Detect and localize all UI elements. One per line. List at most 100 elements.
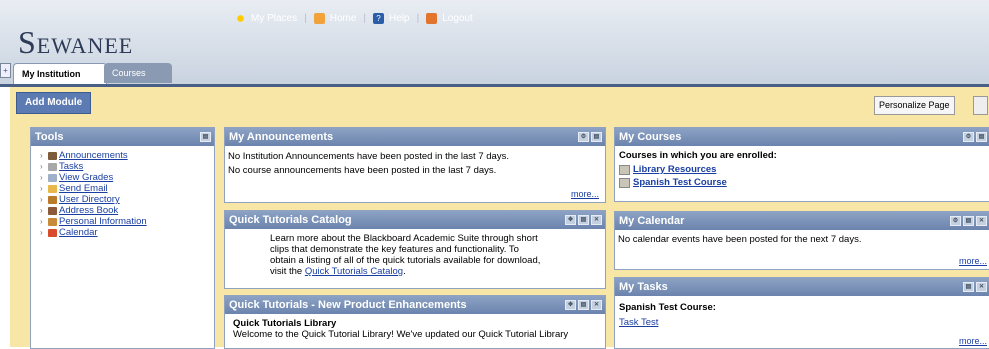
task-link[interactable]: Task Test: [619, 317, 658, 328]
enhancements-module: Quick Tutorials - New Product Enhancemen…: [224, 295, 606, 349]
more-link[interactable]: more...: [959, 336, 987, 346]
separator: |: [416, 13, 420, 24]
arrow-icon: ›: [40, 151, 43, 160]
help-link[interactable]: ? Help: [370, 13, 413, 24]
calendar-text: No calendar events have been posted for …: [618, 234, 862, 245]
library-description: Welcome to the Quick Tutorial Library! W…: [233, 329, 569, 340]
module-header: My Calendar ⚙ ▤ ✕: [615, 212, 989, 230]
settings-icon[interactable]: ⚙: [578, 132, 589, 142]
top-navigation: My Places | Home | ? Help | Logout: [232, 13, 476, 24]
arrow-icon: ›: [40, 162, 43, 171]
tab-courses[interactable]: Courses: [104, 63, 172, 83]
module-header: My Announcements ⚙ ▤: [225, 128, 605, 146]
module-header: My Courses ⚙ ▤: [615, 128, 989, 146]
announcement-icon: [48, 151, 57, 160]
module-header: Quick Tutorials Catalog ✥ ▤ ✕: [225, 211, 605, 229]
personal-info-icon: [48, 217, 57, 226]
close-icon[interactable]: ✕: [976, 282, 987, 292]
arrow-icon: ›: [40, 228, 43, 237]
tool-item-personal-information[interactable]: › Personal Information: [40, 216, 211, 227]
announcements-module: My Announcements ⚙ ▤ No Institution Announ…: [224, 127, 606, 203]
layout-icon[interactable]: [973, 96, 988, 115]
settings-icon[interactable]: ⚙: [963, 132, 974, 142]
more-link[interactable]: more...: [571, 189, 599, 199]
tool-item-view-grades[interactable]: › View Grades: [40, 172, 211, 183]
courses-heading: Courses in which you are enrolled:: [619, 150, 777, 161]
courses-module: My Courses ⚙ ▤ Courses in which you are en…: [614, 127, 989, 202]
course-icon: [619, 177, 630, 188]
separator: |: [363, 13, 367, 24]
tool-item-tasks[interactable]: › Tasks: [40, 161, 211, 172]
address-book-icon: [48, 206, 57, 215]
module-controls: ⚙ ▤ ✕: [950, 216, 987, 226]
home-link[interactable]: Home: [311, 13, 360, 24]
announcement-text: No course announcements have been posted…: [228, 165, 497, 176]
tab-my-institution[interactable]: My Institution: [13, 63, 107, 84]
edit-icon[interactable]: ▤: [976, 132, 987, 142]
module-title: Tools: [35, 131, 64, 143]
tool-item-calendar[interactable]: › Calendar: [40, 227, 211, 238]
edit-icon[interactable]: ▤: [963, 216, 974, 226]
module-header: Quick Tutorials - New Product Enhancemen…: [225, 296, 605, 314]
arrow-icon: ›: [40, 184, 43, 193]
home-icon: [313, 13, 325, 24]
arrow-icon: ›: [40, 173, 43, 182]
tasks-icon: [48, 162, 57, 171]
personalize-page-button[interactable]: Personalize Page: [874, 96, 955, 115]
tool-item-address-book[interactable]: › Address Book: [40, 205, 211, 216]
logout-link[interactable]: Logout: [423, 13, 476, 24]
module-title: My Tasks: [619, 281, 668, 293]
directory-icon: [48, 195, 57, 204]
sewanee-logo: Sewanee: [18, 24, 134, 60]
edit-icon[interactable]: ▤: [963, 282, 974, 292]
tutorials-catalog-link[interactable]: Quick Tutorials Catalog: [305, 266, 403, 277]
grades-icon: [48, 173, 57, 182]
tool-item-send-email[interactable]: › Send Email: [40, 183, 211, 194]
module-title: Quick Tutorials - New Product Enhancemen…: [229, 299, 467, 311]
more-link[interactable]: more...: [959, 256, 987, 266]
tools-module: Tools ▤ › Announcements › Tasks › View Grade…: [30, 127, 215, 349]
move-icon[interactable]: ✥: [565, 300, 576, 310]
close-icon[interactable]: ✕: [591, 300, 602, 310]
course-item-spanish-test-course[interactable]: Spanish Test Course: [619, 176, 986, 189]
tutorials-module: Quick Tutorials Catalog ✥ ▤ ✕ Learn more ab…: [224, 210, 606, 289]
header-banner: Sewanee My Places | Home | ? Help | Logou…: [0, 0, 989, 84]
module-controls: ✥ ▤ ✕: [565, 300, 602, 310]
tasks-module: My Tasks ▤ ✕ Spanish Test Course: Task Tes…: [614, 277, 989, 349]
move-icon[interactable]: ✥: [565, 215, 576, 225]
arrow-icon: ›: [40, 195, 43, 204]
close-icon[interactable]: ✕: [591, 215, 602, 225]
library-subtitle: Quick Tutorials Library: [233, 318, 337, 329]
arrow-icon: ›: [40, 206, 43, 215]
tool-item-user-directory[interactable]: › User Directory: [40, 194, 211, 205]
module-controls: ⚙ ▤: [578, 132, 602, 142]
module-controls: ▤ ✕: [963, 282, 987, 292]
separator: |: [304, 13, 307, 24]
module-controls: ▤: [200, 132, 211, 142]
module-title: My Calendar: [619, 215, 685, 227]
arrow-icon: ›: [40, 217, 43, 226]
edit-icon[interactable]: ▤: [200, 132, 211, 142]
module-toolbar: [10, 87, 989, 117]
my-places-icon: [235, 13, 246, 24]
edit-icon[interactable]: ▤: [578, 215, 589, 225]
email-icon: [48, 184, 57, 193]
module-controls: ✥ ▤ ✕: [565, 215, 602, 225]
settings-icon[interactable]: ⚙: [950, 216, 961, 226]
edit-icon[interactable]: ▤: [591, 132, 602, 142]
calendar-icon: [48, 228, 57, 237]
announcement-text: No Institution Announcements have been p…: [228, 151, 509, 162]
add-module-button[interactable]: Add Module: [16, 92, 92, 114]
close-icon[interactable]: ✕: [976, 216, 987, 226]
edit-icon[interactable]: ▤: [578, 300, 589, 310]
calendar-module: My Calendar ⚙ ▤ ✕ No calendar events have b…: [614, 211, 989, 270]
course-icon: [619, 164, 630, 175]
logout-icon: [426, 13, 438, 24]
module-header: Tools ▤: [31, 128, 214, 146]
my-places-link[interactable]: My Places: [232, 13, 300, 24]
tool-item-announcements[interactable]: › Announcements: [40, 150, 211, 161]
menu-toggle-icon[interactable]: +: [0, 63, 11, 78]
help-icon: ?: [373, 13, 385, 24]
module-title: Quick Tutorials Catalog: [229, 214, 352, 226]
course-item-library-resources[interactable]: Library Resources: [619, 163, 986, 176]
